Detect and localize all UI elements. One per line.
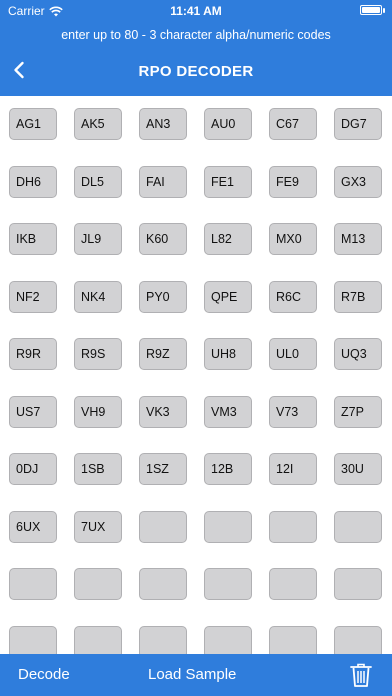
code-field[interactable]: DG7	[334, 108, 382, 140]
instructions-text: enter up to 80 - 3 character alpha/numer…	[61, 28, 331, 42]
code-field[interactable]: 7UX	[74, 510, 122, 543]
code-field[interactable]: NF2	[9, 280, 57, 313]
code-field[interactable]: UL0	[269, 338, 317, 370]
code-field[interactable]	[204, 510, 252, 543]
code-field[interactable]	[269, 510, 317, 543]
code-field[interactable]: IKB	[9, 223, 57, 255]
code-field[interactable]: 1SZ	[139, 453, 187, 485]
code-field[interactable]	[9, 568, 57, 600]
code-field[interactable]: AK5	[74, 108, 122, 140]
code-field[interactable]: US7	[9, 395, 57, 428]
code-field[interactable]: V73	[269, 395, 317, 428]
code-field[interactable]: R9R	[9, 338, 57, 370]
code-field[interactable]	[269, 625, 317, 654]
status-time: 11:41 AM	[170, 4, 222, 18]
code-field[interactable]	[74, 568, 122, 600]
code-field[interactable]: GX3	[334, 165, 382, 198]
code-field[interactable]: AU0	[204, 108, 252, 140]
load-sample-button[interactable]: Load Sample	[148, 666, 236, 683]
code-field[interactable]: 12I	[269, 453, 317, 485]
battery-fill	[362, 7, 380, 13]
code-field[interactable]: K60	[139, 223, 187, 255]
code-field[interactable]	[74, 625, 122, 654]
code-field[interactable]: VM3	[204, 395, 252, 428]
code-field[interactable]: 6UX	[9, 510, 57, 543]
code-field[interactable]	[139, 625, 187, 654]
code-field[interactable]: 1SB	[74, 453, 122, 485]
battery-icon	[360, 5, 385, 15]
trash-icon	[350, 663, 372, 687]
code-grid: AG1 AK5 AN3 AU0 C67 DG7 DH6 DL5 FAI FE1 FE9 GX3 IKB J…	[0, 96, 392, 654]
header: enter up to 80 - 3 character alpha/numer…	[0, 22, 392, 96]
code-field[interactable]: DH6	[9, 165, 57, 198]
code-field[interactable]: DL5	[74, 165, 122, 198]
code-field[interactable]	[334, 625, 382, 654]
decode-button[interactable]: Decode	[18, 666, 70, 683]
code-field[interactable]	[334, 510, 382, 543]
code-field[interactable]: Z7P	[334, 395, 382, 428]
status-bar: Carrier 11:41 AM	[0, 0, 392, 22]
code-field[interactable]	[139, 510, 187, 543]
code-field[interactable]	[139, 568, 187, 600]
code-field[interactable]: VH9	[74, 395, 122, 428]
code-field[interactable]: MX0	[269, 223, 317, 255]
bottom-toolbar: Decode Load Sample	[0, 654, 392, 696]
code-field[interactable]: QPE	[204, 280, 252, 313]
code-field[interactable]: PY0	[139, 280, 187, 313]
code-field[interactable]: FE1	[204, 165, 252, 198]
code-field[interactable]	[334, 568, 382, 600]
code-field[interactable]: JL9	[74, 223, 122, 255]
code-field[interactable]: UQ3	[334, 338, 382, 370]
code-field[interactable]: VK3	[139, 395, 187, 428]
code-field[interactable]: FAI	[139, 165, 187, 198]
code-field[interactable]: 0DJ	[9, 453, 57, 485]
code-field[interactable]: R9S	[74, 338, 122, 370]
page-title: RPO DECODER	[138, 63, 254, 80]
code-field[interactable]: M13	[334, 223, 382, 255]
code-field[interactable]: C67	[269, 108, 317, 140]
code-field[interactable]: 12B	[204, 453, 252, 485]
code-field[interactable]: R6C	[269, 280, 317, 313]
code-field[interactable]: AG1	[9, 108, 57, 140]
code-field[interactable]: L82	[204, 223, 252, 255]
code-field[interactable]	[204, 568, 252, 600]
code-field[interactable]: 30U	[334, 453, 382, 485]
code-field[interactable]	[204, 625, 252, 654]
code-field[interactable]	[9, 625, 57, 654]
code-field[interactable]: NK4	[74, 280, 122, 313]
code-field[interactable]: AN3	[139, 108, 187, 140]
code-field[interactable]	[269, 568, 317, 600]
code-field[interactable]: R7B	[334, 280, 382, 313]
code-field[interactable]: UH8	[204, 338, 252, 370]
code-field[interactable]: FE9	[269, 165, 317, 198]
code-field[interactable]: R9Z	[139, 338, 187, 370]
clear-button[interactable]	[350, 662, 372, 688]
